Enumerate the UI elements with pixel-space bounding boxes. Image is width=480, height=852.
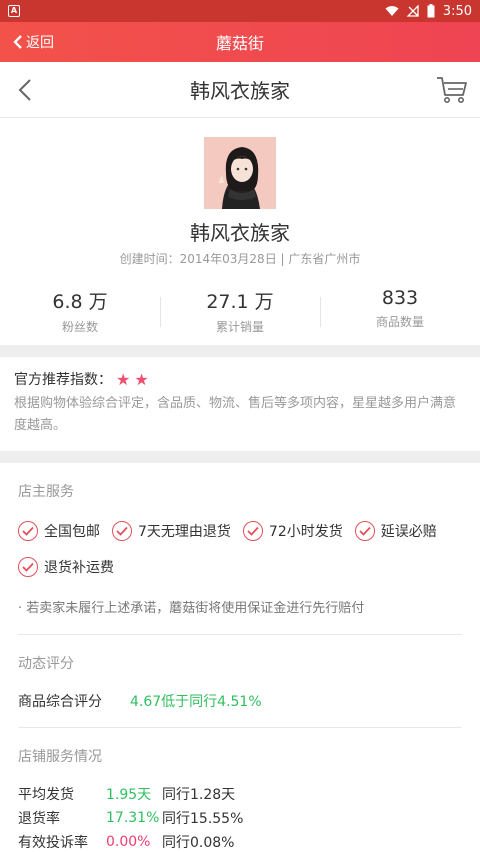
badge-label: 全国包邮	[44, 524, 100, 540]
check-circle-icon	[18, 557, 38, 577]
recommend-section: 官方推荐指数： ★ ★ 根据购物体验综合评定，含品质、物流、售后等多项内容，星星…	[0, 357, 480, 451]
clock: 3:50	[442, 3, 472, 19]
score-value: 4.67低于同行4.51%	[130, 694, 262, 710]
service-sections: 店主服务 全国包邮 7天无理由退货 72小时发货 延误必赔 退货补运费 · 若卖…	[0, 463, 480, 852]
service-badges: 全国包邮 7天无理由退货 72小时发货 延误必赔 退货补运费	[18, 521, 462, 593]
recommend-title: 官方推荐指数：	[14, 372, 112, 388]
cart-icon	[437, 76, 467, 103]
stat-value: 833	[381, 287, 419, 309]
section-divider	[0, 345, 480, 357]
signal-icon	[406, 5, 419, 17]
stat-value: 27.1 万	[206, 291, 274, 313]
check-circle-icon	[18, 521, 38, 541]
chevron-left-icon	[13, 35, 22, 49]
guarantee-note: · 若卖家未履行上述承诺，蘑菇街将使用保证金进行先行赔付	[18, 597, 462, 635]
app-notification-icon: A	[8, 5, 20, 17]
section-divider	[0, 451, 480, 463]
service-value: 0.00%	[106, 834, 151, 850]
shop-stats: 6.8 万 粉丝数 27.1 万 累计销量 833 商品数量	[0, 287, 480, 345]
score-label: 商品综合评分	[18, 694, 102, 710]
check-circle-icon	[242, 521, 263, 541]
wifi-icon	[385, 6, 399, 16]
chevron-left-icon	[18, 78, 31, 101]
service-peer: 同行0.08%	[162, 835, 235, 851]
check-circle-icon	[354, 521, 375, 541]
score-row: 商品综合评分 4.67低于同行4.51%	[18, 691, 462, 728]
badge-label: 延误必赔	[380, 524, 437, 540]
dynamic-score-title: 动态评分	[18, 656, 74, 672]
check-circle-icon	[112, 521, 132, 541]
stat-sales: 27.1 万 累计销量	[160, 287, 320, 345]
app-bar-title: 蘑菇街	[215, 34, 264, 53]
service-label: 平均发货	[18, 787, 74, 803]
stat-products: 833 商品数量	[320, 287, 480, 345]
owner-service-title: 店主服务	[18, 484, 74, 500]
service-badge: 延误必赔	[354, 521, 437, 541]
stat-value: 6.8 万	[52, 291, 108, 313]
service-label: 退货率	[18, 811, 60, 827]
service-badge: 7天无理由退货	[112, 521, 231, 541]
shop-name: 韩风衣族家	[190, 221, 290, 245]
badge-label: 退货补运费	[44, 560, 114, 576]
service-peer: 同行15.55%	[162, 811, 244, 827]
service-badge: 全国包邮	[18, 521, 100, 541]
service-label: 有效投诉率	[18, 835, 88, 851]
recommend-title-row: 官方推荐指数： ★ ★	[14, 369, 466, 389]
service-row: 退货率 17.31% 同行15.55%	[18, 806, 462, 830]
badge-label: 7天无理由退货	[138, 524, 231, 540]
service-value: 17.31%	[106, 810, 160, 826]
nav-back-button[interactable]	[0, 62, 50, 118]
shop-avatar[interactable]	[204, 137, 276, 209]
status-bar: A 3:50	[0, 0, 480, 22]
battery-icon	[427, 4, 435, 18]
stat-fans: 6.8 万 粉丝数	[0, 287, 160, 345]
app-bar: 返回 蘑菇街	[0, 22, 480, 62]
service-row: 有效投诉率 0.00% 同行0.08%	[18, 830, 462, 852]
badge-label: 72小时发货	[268, 524, 343, 540]
service-peer: 同行1.28天	[162, 787, 236, 803]
shop-header: 韩风衣族家 创建时间：2014年03月28日 | 广东省广州市 6.8 万 粉丝…	[0, 118, 480, 345]
recommend-description: 根据购物体验综合评定，含品质、物流、售后等多项内容，星星越多用户满意度越高。	[14, 396, 457, 433]
page-title: 韩风衣族家	[190, 79, 290, 103]
stat-label: 累计销量	[215, 320, 264, 334]
service-status-list: 平均发货 1.95天 同行1.28天 退货率 17.31% 同行15.55% 有…	[18, 782, 462, 852]
service-badge: 72小时发货	[242, 521, 343, 541]
service-status-title: 店铺服务情况	[18, 749, 102, 765]
service-badge: 退货补运费	[18, 557, 114, 577]
cart-button[interactable]	[424, 62, 480, 118]
avatar-image	[204, 137, 276, 209]
star-icon: ★	[134, 369, 149, 389]
service-value: 1.95天	[106, 787, 152, 803]
nav-bar: 韩风衣族家	[0, 62, 480, 118]
shop-meta: 创建时间：2014年03月28日 | 广东省广州市	[119, 252, 361, 266]
stat-label: 商品数量	[375, 315, 424, 329]
service-row: 平均发货 1.95天 同行1.28天	[18, 782, 462, 806]
back-button[interactable]: 返回	[0, 32, 54, 52]
star-icon: ★	[116, 369, 131, 389]
stat-label: 粉丝数	[61, 320, 98, 334]
back-label: 返回	[26, 35, 54, 51]
